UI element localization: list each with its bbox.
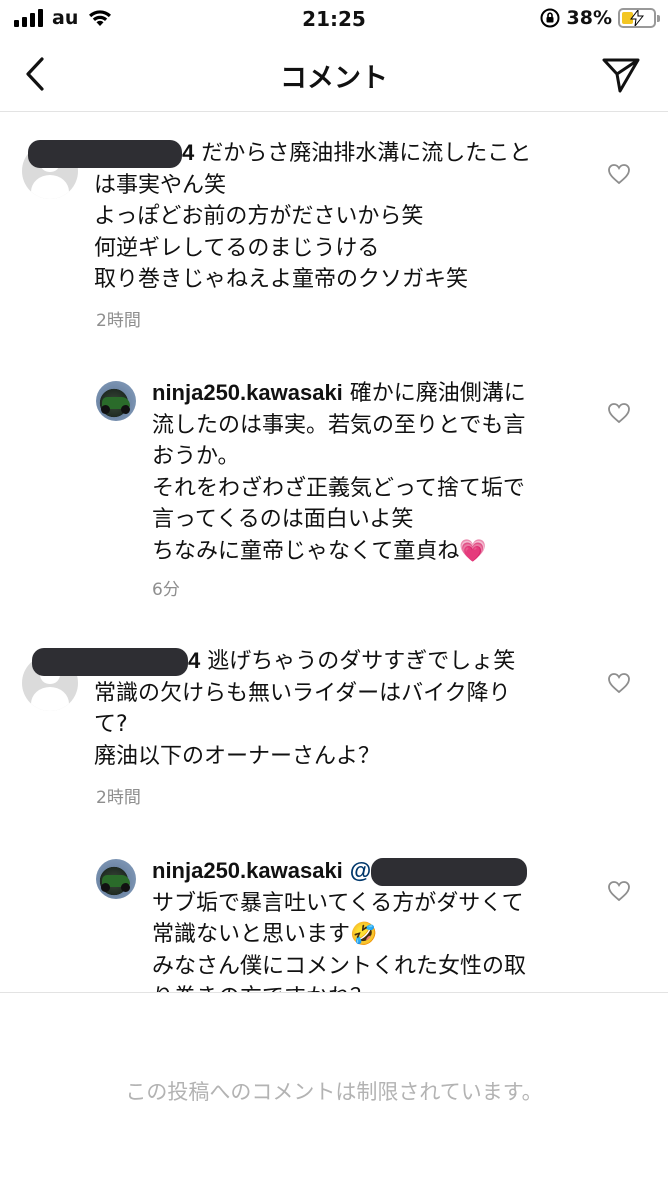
comment-timestamp: 6分	[152, 580, 180, 600]
comment-body: ninja250.kawasaki 確かに廃油側溝に 流したのは事実。若気の至り…	[152, 377, 592, 567]
comment-text-line: 廃油以下のオーナーさんよ？	[94, 743, 381, 769]
comment-text-line: だからさ廃油排水溝に流したこと	[201, 141, 532, 166]
comments-list: 4 だからさ廃油排水溝に流したこと は事実やん笑 よっぽどお前の方がださいから笑…	[0, 113, 668, 992]
heart-icon[interactable]	[606, 878, 632, 904]
orientation-lock-icon	[540, 8, 560, 28]
chevron-left-icon	[26, 57, 44, 91]
comment-text-line: みなさん僕にコメントくれた女性の取	[152, 953, 527, 979]
heart-icon[interactable]	[606, 161, 632, 187]
heart-icon[interactable]	[606, 400, 632, 426]
comment-text-line: よっぽどお前の方がださいから笑	[94, 204, 424, 229]
comment-text-line: 確かに廃油側溝に	[349, 381, 526, 406]
battery-charging-icon	[618, 8, 660, 28]
comment-text-line: 何逆ギレしてるのまじうける	[94, 235, 380, 261]
comment-text-line: 言ってくるのは面白いよ笑	[152, 507, 414, 532]
status-bar: au 21:25 38%	[0, 0, 668, 40]
comment-text-line: 常識の欠けらも無いライダーはバイク降り	[94, 680, 511, 706]
comment-timestamp: 2時間	[96, 311, 141, 331]
comment-body: ninja250.kawasaki @ サブ垢で暴言吐いてくる方がダサくて 常識…	[152, 855, 592, 992]
comment-text-line: り巻きの方ですかね？	[152, 982, 592, 992]
back-button[interactable]	[18, 54, 58, 94]
comment-text-line: は事実やん笑	[94, 172, 227, 198]
comment-text-line: おうか。	[152, 444, 240, 469]
comments-restricted-notice: この投稿へのコメントは制限されています。	[125, 1080, 543, 1104]
share-button[interactable]	[600, 54, 642, 96]
avatar[interactable]	[96, 859, 136, 899]
comment-text-line: 流したのは事実。若気の至りとでも言	[152, 412, 526, 438]
comment-text-line: ちなみに童帝じゃなくて童貞ね💗	[152, 538, 487, 564]
comment-timestamp: 2時間	[96, 788, 141, 808]
status-right: 38%	[539, 6, 660, 30]
heart-icon[interactable]	[606, 670, 632, 696]
mention-prefix[interactable]: @	[350, 858, 371, 883]
comment-text-line: 逃げちゃうのダサすぎでしょ笑	[207, 649, 516, 674]
username[interactable]: ninja250.kawasaki	[152, 858, 343, 883]
comment-body: 4 逃げちゃうのダサすぎでしょ笑 常識の欠けらも無いライダーはバイク降り て? …	[32, 645, 574, 772]
paper-plane-icon	[602, 58, 640, 93]
comment-text-line: サブ垢で暴言吐いてくる方がダサくて	[152, 890, 524, 916]
comment-item: 4 逃げちゃうのダサすぎでしょ笑 常識の欠けらも無いライダーはバイク降り て? …	[0, 641, 668, 821]
redacted-mention[interactable]	[371, 858, 528, 886]
avatar[interactable]	[96, 381, 136, 421]
redacted-username[interactable]	[28, 140, 182, 168]
comment-body: 4 だからさ廃油排水溝に流したこと は事実やん笑 よっぽどお前の方がださいから笑…	[28, 137, 574, 296]
comment-text-line: 常識ないと思います🤣	[152, 922, 378, 947]
username-suffix[interactable]: 4	[182, 140, 194, 165]
page-title: コメント	[280, 63, 388, 94]
comment-item: 4 だからさ廃油排水溝に流したこと は事実やん笑 よっぽどお前の方がださいから笑…	[0, 113, 668, 343]
comment-text-line: 取り巻きじゃねえよ童帝のクソガキ笑	[94, 267, 469, 292]
username-suffix[interactable]: 4	[188, 648, 200, 673]
comments-header: コメント	[0, 40, 668, 112]
comment-text-line: それをわざわざ正義気どって捨て垢で	[152, 475, 525, 501]
username[interactable]: ninja250.kawasaki	[152, 380, 343, 405]
charging-bolt-icon	[630, 10, 644, 26]
comment-text-line: て?	[94, 712, 128, 737]
redacted-username[interactable]	[32, 648, 188, 676]
reply-item: ninja250.kawasaki 確かに廃油側溝に 流したのは事実。若気の至り…	[0, 367, 668, 617]
footer-divider	[0, 992, 668, 993]
reply-item: ninja250.kawasaki @ サブ垢で暴言吐いてくる方がダサくて 常識…	[0, 845, 668, 992]
battery-percentage: 38%	[566, 7, 612, 29]
battery-cap	[657, 15, 660, 22]
